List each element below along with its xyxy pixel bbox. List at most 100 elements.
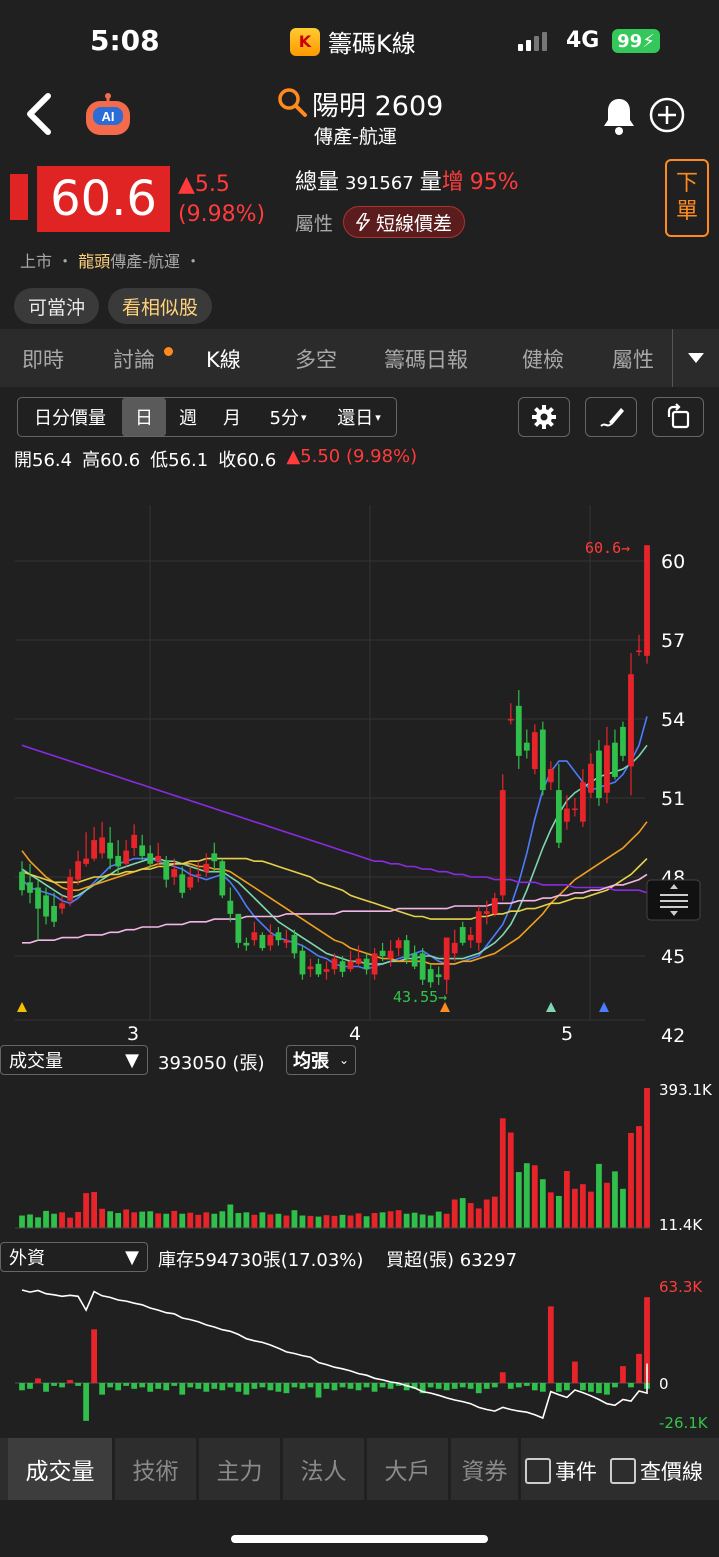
- tab-attribute[interactable]: 屬性: [612, 344, 654, 374]
- pen-icon: [600, 408, 624, 427]
- foreign-bar: [435, 1383, 442, 1389]
- candle-body: [451, 942, 458, 954]
- foreign-bar: [139, 1383, 146, 1388]
- period-month[interactable]: 月: [210, 398, 254, 436]
- candle-body: [419, 953, 426, 980]
- volume-indicator-select[interactable]: 成交量 ▼: [0, 1045, 148, 1075]
- period-week[interactable]: 週: [166, 398, 210, 436]
- volume-bar: [588, 1191, 594, 1228]
- period-intraday[interactable]: 日分價量: [18, 398, 122, 436]
- volume-bar: [580, 1184, 586, 1228]
- draw-button[interactable]: [585, 397, 637, 437]
- foreign-bar: [347, 1383, 354, 1389]
- tab-long-short[interactable]: 多空: [295, 344, 337, 374]
- foreign-bar: [179, 1383, 186, 1395]
- tab-kline[interactable]: K線: [206, 344, 241, 374]
- volume-value: 393050 (張): [158, 1053, 265, 1074]
- settings-button[interactable]: [518, 397, 570, 437]
- tab-technical[interactable]: 技術: [115, 1438, 199, 1500]
- tab-more-button[interactable]: [672, 329, 719, 387]
- candle-body: [99, 837, 106, 854]
- volume-bar: [211, 1213, 218, 1228]
- foreign-indicator-select[interactable]: 外資 ▼: [0, 1242, 148, 1272]
- unit-select[interactable]: 均張 ⌄: [286, 1045, 356, 1075]
- attribute-badge[interactable]: 短線價差: [343, 206, 466, 238]
- tab-big-holders[interactable]: 大戶: [367, 1438, 451, 1500]
- add-icon[interactable]: [648, 96, 686, 134]
- candle-body: [147, 853, 154, 864]
- change-percent: (9.98%): [178, 202, 266, 227]
- tab-chip-daily[interactable]: 籌碼日報: [384, 344, 468, 374]
- candle-body: [491, 898, 498, 914]
- caret-down-icon: ▼: [125, 1246, 139, 1268]
- period-adjusted[interactable]: 還日 ▾: [322, 398, 396, 436]
- candle-body: [35, 887, 41, 909]
- foreign-bar: [371, 1383, 378, 1392]
- foreign-bar: [379, 1383, 386, 1388]
- candle-body: [171, 869, 178, 877]
- network-label: 4G: [566, 28, 600, 53]
- ai-robot-icon[interactable]: AI: [80, 92, 136, 138]
- foreign-bar: [83, 1383, 89, 1421]
- back-icon[interactable]: [22, 92, 62, 136]
- rotate-button[interactable]: [652, 397, 704, 437]
- candle-body: [475, 911, 482, 943]
- foreign-bar: [636, 1353, 642, 1383]
- candle-body: [219, 861, 226, 896]
- similar-stocks-pill[interactable]: 看相似股: [108, 288, 213, 324]
- search-icon[interactable]: [276, 86, 308, 118]
- app-title: K 籌碼K線: [290, 24, 416, 59]
- candle-body: [131, 834, 138, 849]
- tab-health-check[interactable]: 健檢: [522, 344, 564, 374]
- market-sector: 傳產-航運 ・: [110, 252, 202, 271]
- day-trade-pill[interactable]: 可當沖: [14, 288, 100, 324]
- price-line-checkbox[interactable]: 查價線: [610, 1456, 703, 1486]
- foreign-bar: [523, 1383, 530, 1386]
- foreign-bar: [291, 1383, 298, 1388]
- volume-bar: [379, 1212, 386, 1228]
- ma-line: [21, 857, 648, 920]
- volume-bar: [443, 1213, 450, 1228]
- tab-realtime[interactable]: 即時: [22, 344, 64, 374]
- stock-title[interactable]: 陽明 2609: [312, 84, 443, 123]
- candle-body: [531, 732, 538, 770]
- volume-bar: [99, 1208, 106, 1228]
- foreign-bar: [363, 1383, 370, 1388]
- period-5min[interactable]: 5分 ▾: [254, 398, 322, 436]
- tab-discussion[interactable]: 討論: [113, 344, 155, 374]
- tab-institutional[interactable]: 法人: [283, 1438, 367, 1500]
- price-change: ▲5.5 (9.98%): [178, 170, 265, 230]
- home-indicator[interactable]: [231, 1535, 488, 1543]
- candle-body: [411, 953, 418, 967]
- candle-body: [371, 953, 378, 975]
- volume-min-label: 11.4K: [659, 1216, 703, 1234]
- event-checkbox[interactable]: 事件: [525, 1456, 597, 1486]
- candle-body: [572, 808, 578, 811]
- volume-bar: [91, 1192, 97, 1228]
- candle-body: [435, 974, 442, 978]
- foreign-bar: [539, 1383, 546, 1392]
- candle-body: [499, 790, 506, 896]
- foreign-min-label: -26.1K: [659, 1414, 709, 1432]
- leader-label: 龍頭: [78, 252, 111, 271]
- foreign-bar: [243, 1383, 250, 1395]
- candle-body: [515, 705, 522, 756]
- kline-chart[interactable]: 60575451484542 345 60.6→ 43.55→ 393.1K 1…: [0, 480, 719, 1438]
- volume-bar: [171, 1210, 178, 1228]
- period-day[interactable]: 日: [122, 398, 166, 436]
- volume-bar: [115, 1213, 122, 1228]
- bell-icon[interactable]: [600, 96, 638, 136]
- close-field: 收60.6: [218, 446, 276, 472]
- volume-bar: [107, 1211, 114, 1228]
- market-info: 上市 ・ 龍頭傳產-航運 ・: [20, 248, 201, 272]
- tab-margin[interactable]: 資券: [451, 1438, 521, 1500]
- tab-volume[interactable]: 成交量: [0, 1438, 115, 1500]
- volume-bar: [307, 1215, 314, 1228]
- order-button[interactable]: 下 單: [665, 159, 709, 237]
- candle-body: [51, 905, 57, 922]
- candle-body: [195, 874, 202, 876]
- volume-bar: [499, 1118, 506, 1228]
- tab-main-force[interactable]: 主力: [199, 1438, 283, 1500]
- foreign-bar: [572, 1361, 578, 1383]
- foreign-bar: [451, 1383, 458, 1389]
